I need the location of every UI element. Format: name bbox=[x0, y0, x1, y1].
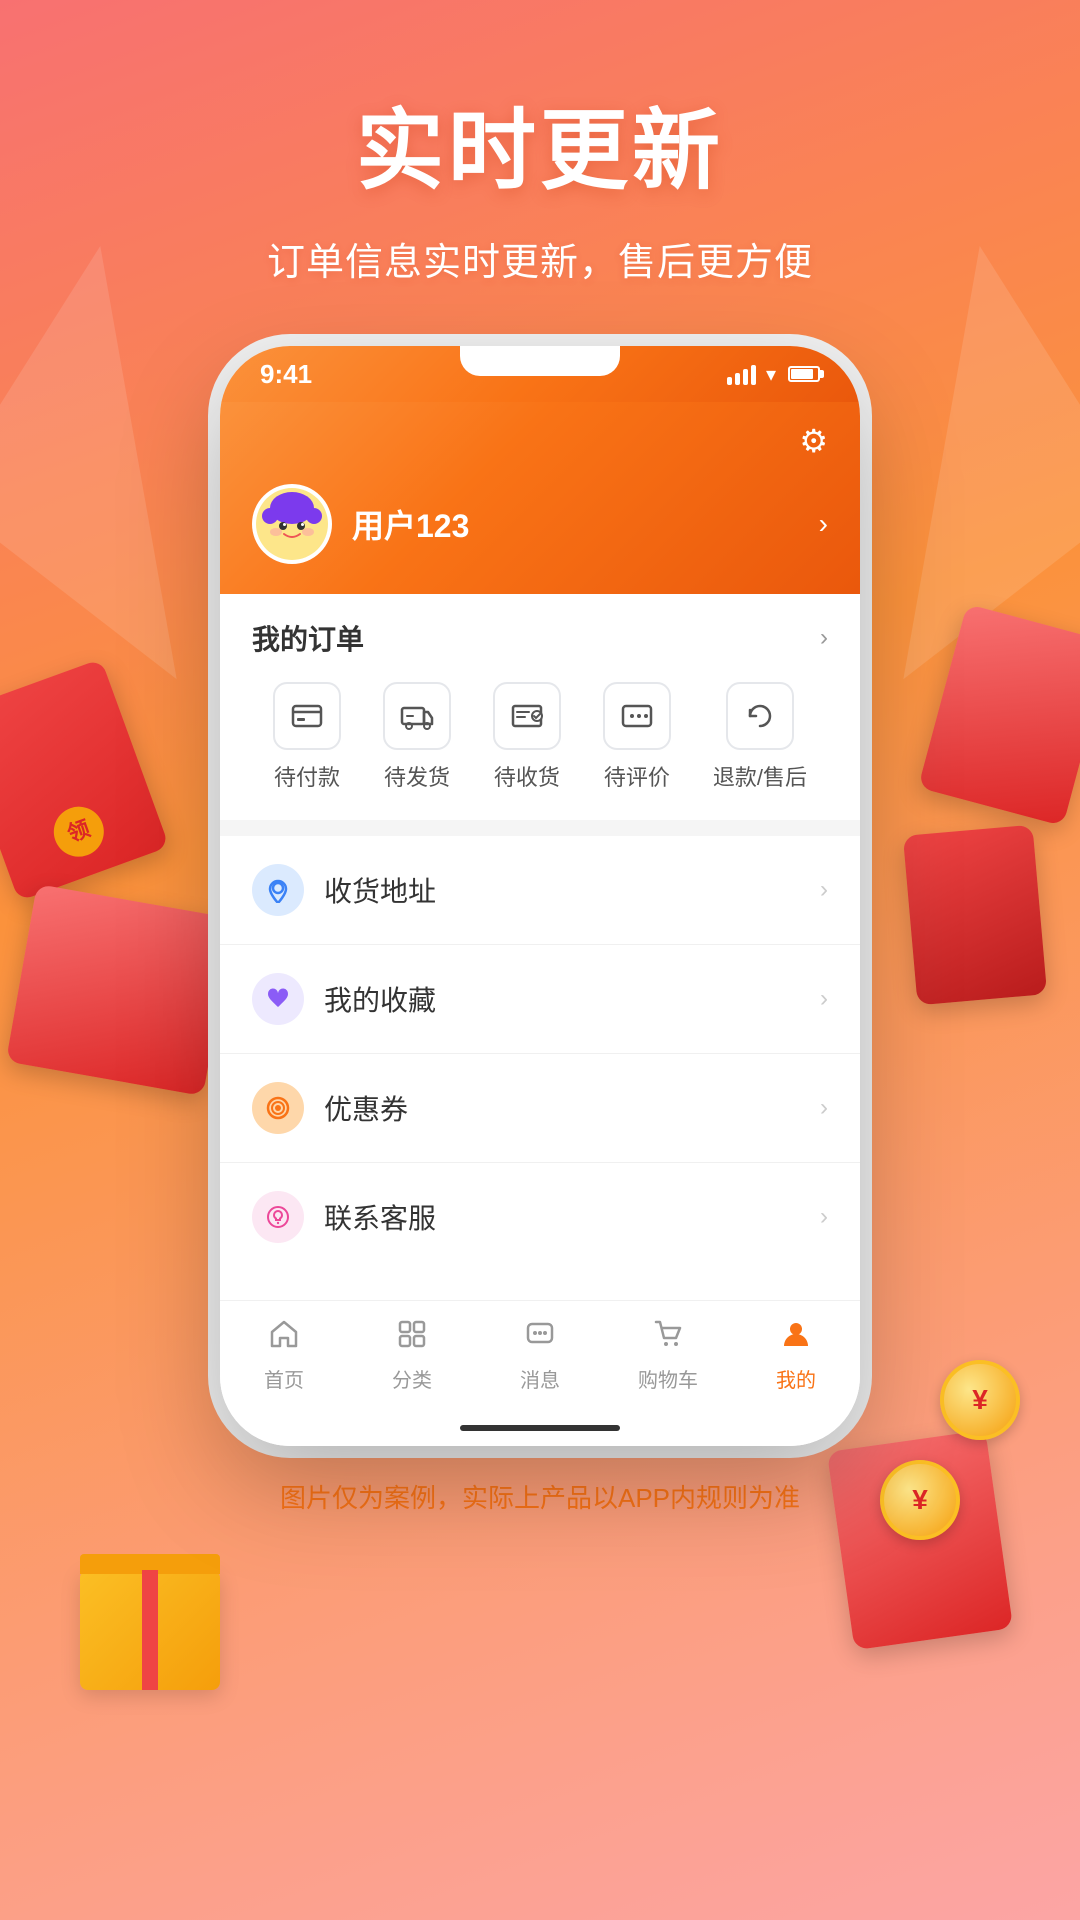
order-label-pending-review: 待评价 bbox=[604, 760, 670, 792]
user-row[interactable]: 用户123 › bbox=[252, 484, 828, 564]
nav-label-mine: 我的 bbox=[776, 1364, 816, 1393]
address-icon bbox=[252, 864, 304, 916]
hero-title: 实时更新 bbox=[356, 80, 724, 207]
bottom-nav: 首页 分类 bbox=[220, 1300, 860, 1410]
home-nav-icon bbox=[268, 1318, 300, 1358]
settings-icon[interactable]: ⚙ bbox=[799, 422, 828, 460]
menu-label-favorites: 我的收藏 bbox=[324, 979, 820, 1019]
content-spacer bbox=[220, 1271, 860, 1300]
nav-item-category[interactable]: 分类 bbox=[348, 1301, 476, 1410]
order-chevron-icon: › bbox=[820, 624, 828, 652]
mine-nav-icon bbox=[780, 1318, 812, 1358]
pending-ship-icon bbox=[383, 682, 451, 750]
nav-label-cart: 购物车 bbox=[638, 1364, 698, 1393]
order-item-refund[interactable]: 退款/售后 bbox=[713, 682, 807, 792]
order-icons-row: 待付款 待发货 bbox=[252, 682, 828, 792]
refund-icon bbox=[726, 682, 794, 750]
menu-item-favorites[interactable]: 我的收藏 › bbox=[220, 945, 860, 1054]
menu-chevron-address: › bbox=[820, 876, 828, 904]
order-item-pending-payment[interactable]: 待付款 bbox=[273, 682, 341, 792]
page-wrapper: 实时更新 订单信息实时更新，售后更方便 9:41 ▾ bbox=[0, 0, 1080, 1555]
order-section: 我的订单 › 待付款 bbox=[220, 594, 860, 820]
coupon-icon bbox=[252, 1082, 304, 1134]
message-nav-icon bbox=[524, 1318, 556, 1358]
username: 用户123 bbox=[352, 501, 469, 547]
nav-label-home: 首页 bbox=[264, 1364, 304, 1393]
pending-receive-icon bbox=[493, 682, 561, 750]
pending-review-icon bbox=[603, 682, 671, 750]
gift-box-decoration bbox=[60, 1540, 240, 1700]
signal-icon bbox=[727, 363, 756, 385]
order-label-refund: 退款/售后 bbox=[713, 760, 807, 792]
home-bar bbox=[460, 1425, 620, 1431]
wifi-icon: ▾ bbox=[766, 362, 776, 387]
phone-body: 我的订单 › 待付款 bbox=[220, 594, 860, 1446]
menu-section: 收货地址 › 我的收藏 › bbox=[220, 836, 860, 1271]
nav-item-home[interactable]: 首页 bbox=[220, 1301, 348, 1410]
order-item-pending-ship[interactable]: 待发货 bbox=[383, 682, 451, 792]
cart-nav-icon bbox=[652, 1318, 684, 1358]
avatar bbox=[252, 484, 332, 564]
order-item-pending-receive[interactable]: 待收货 bbox=[493, 682, 561, 792]
phone-notch bbox=[460, 346, 620, 376]
order-item-pending-review[interactable]: 待评价 bbox=[603, 682, 671, 792]
phone-mockup: 9:41 ▾ ⚙ bbox=[220, 346, 860, 1446]
user-info: 用户123 bbox=[252, 484, 469, 564]
battery-icon bbox=[788, 366, 820, 382]
menu-chevron-coupon: › bbox=[820, 1094, 828, 1122]
menu-label-service: 联系客服 bbox=[324, 1197, 820, 1237]
settings-row: ⚙ bbox=[252, 422, 828, 460]
nav-item-mine[interactable]: 我的 bbox=[732, 1301, 860, 1410]
home-indicator bbox=[220, 1410, 860, 1446]
service-icon bbox=[252, 1191, 304, 1243]
order-section-title: 我的订单 bbox=[252, 618, 364, 658]
menu-item-address[interactable]: 收货地址 › bbox=[220, 836, 860, 945]
order-label-pending-receive: 待收货 bbox=[494, 760, 560, 792]
nav-item-message[interactable]: 消息 bbox=[476, 1301, 604, 1410]
status-icons: ▾ bbox=[727, 362, 820, 387]
user-chevron-icon: › bbox=[819, 508, 828, 540]
category-nav-icon bbox=[396, 1318, 428, 1358]
menu-chevron-favorites: › bbox=[820, 985, 828, 1013]
nav-item-cart[interactable]: 购物车 bbox=[604, 1301, 732, 1410]
favorites-icon bbox=[252, 973, 304, 1025]
status-time: 9:41 bbox=[260, 359, 312, 390]
order-label-pending-ship: 待发货 bbox=[384, 760, 450, 792]
menu-label-coupon: 优惠券 bbox=[324, 1088, 820, 1128]
phone-header: ⚙ bbox=[220, 402, 860, 594]
menu-label-address: 收货地址 bbox=[324, 870, 820, 910]
nav-label-message: 消息 bbox=[520, 1364, 560, 1393]
pending-payment-icon bbox=[273, 682, 341, 750]
menu-chevron-service: › bbox=[820, 1203, 828, 1231]
nav-label-category: 分类 bbox=[392, 1364, 432, 1393]
hero-subtitle: 订单信息实时更新，售后更方便 bbox=[267, 231, 813, 286]
order-label-pending-payment: 待付款 bbox=[274, 760, 340, 792]
menu-item-coupon[interactable]: 优惠券 › bbox=[220, 1054, 860, 1163]
menu-item-service[interactable]: 联系客服 › bbox=[220, 1163, 860, 1271]
order-section-header[interactable]: 我的订单 › bbox=[252, 618, 828, 658]
footer-disclaimer: 图片仅为案例，实际上产品以APP内规则为准 bbox=[280, 1478, 800, 1555]
